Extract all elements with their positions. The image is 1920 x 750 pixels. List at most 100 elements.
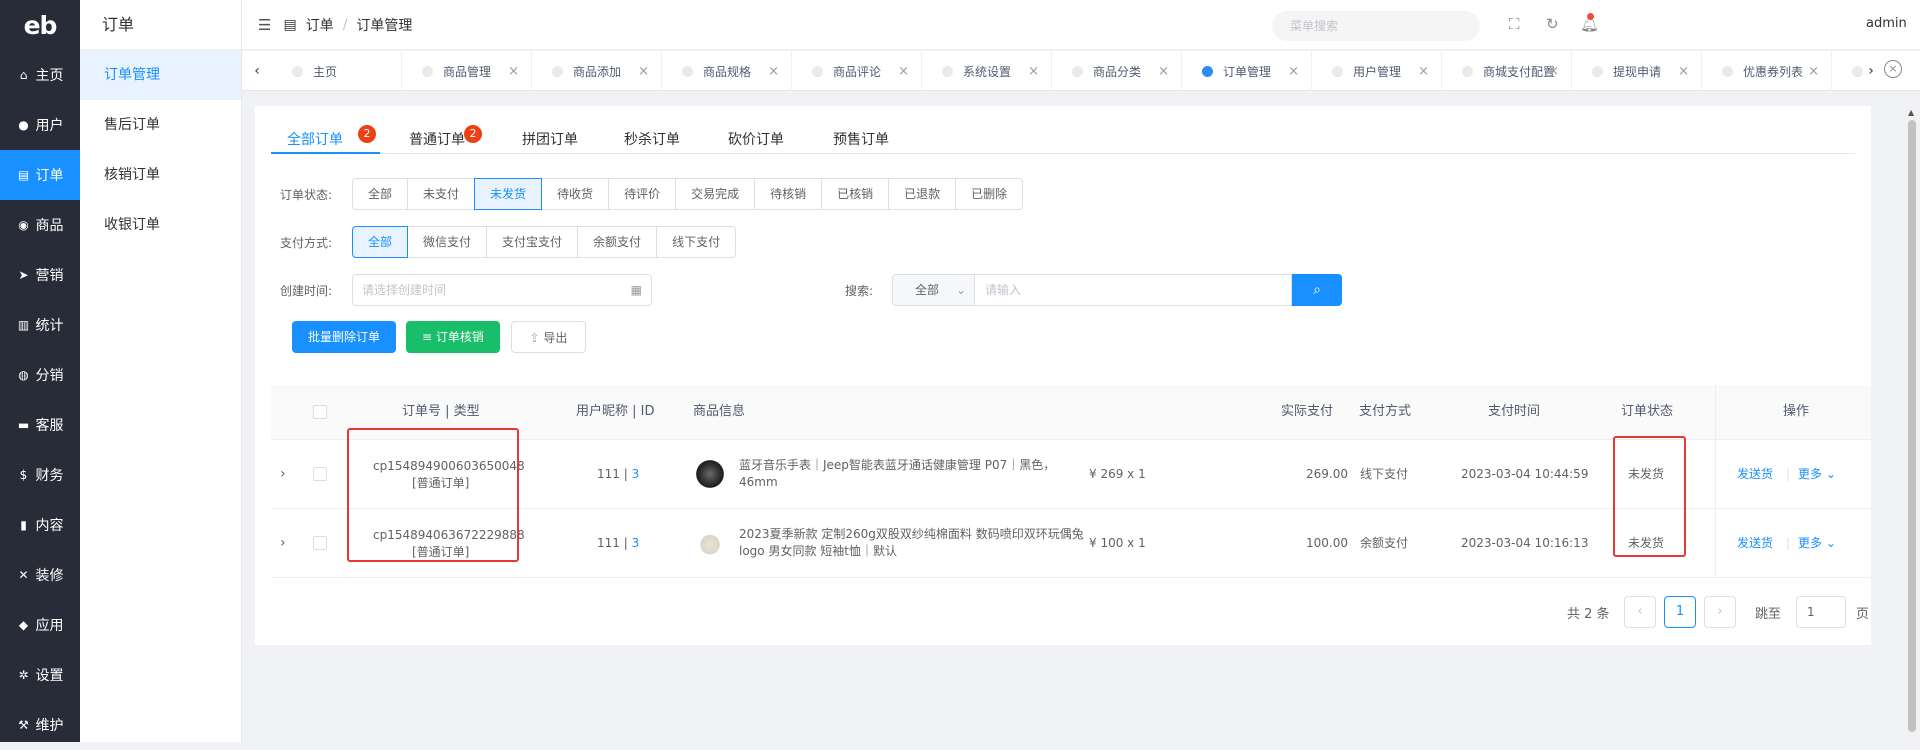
tabs-prev-icon[interactable]: ‹: [242, 51, 272, 91]
scrollbar-thumb[interactable]: [1908, 120, 1916, 732]
refresh-icon[interactable]: ↻: [1546, 15, 1559, 33]
tab-close-icon[interactable]: ×: [1808, 64, 1819, 79]
next-page-button[interactable]: ›: [1704, 596, 1736, 628]
expand-row-icon[interactable]: ›: [280, 466, 286, 483]
status-option[interactable]: 交易完成: [675, 178, 756, 210]
page-tab[interactable]: 商品添加 ×: [532, 51, 662, 91]
tab-close-icon[interactable]: ×: [1158, 64, 1169, 79]
status-option[interactable]: 已核销: [821, 178, 890, 210]
page-tab[interactable]: 商品规格 ×: [662, 51, 792, 91]
nav-item-service[interactable]: ▬ 客服: [0, 400, 80, 450]
batch-delete-button[interactable]: 批量删除订单: [292, 321, 396, 353]
row-checkbox[interactable]: [313, 536, 327, 550]
status-option[interactable]: 待收货: [541, 178, 610, 210]
page-tab[interactable]: 主页: [272, 51, 402, 91]
nav-item-content[interactable]: ▮ 内容: [0, 500, 80, 550]
more-dropdown[interactable]: 更多 ⌄: [1798, 466, 1836, 483]
tab-close-icon[interactable]: ×: [1028, 64, 1039, 79]
nav-item-decoration[interactable]: ✕ 装修: [0, 550, 80, 600]
tab-bargain-orders[interactable]: 砍价订单: [728, 129, 784, 149]
header-search-input[interactable]: 菜单搜索: [1272, 11, 1480, 41]
sub-item-after-sale[interactable]: 售后订单: [80, 100, 241, 150]
pay-option[interactable]: 微信支付: [407, 226, 488, 258]
app-logo[interactable]: eb: [0, 0, 80, 50]
pay-option[interactable]: 支付宝支付: [486, 226, 579, 258]
goto-page-input[interactable]: 1: [1796, 596, 1846, 628]
user-id-link[interactable]: 3: [632, 467, 640, 481]
nav-item-product[interactable]: ◉ 商品: [0, 200, 80, 250]
nav-item-order[interactable]: ▤ 订单: [0, 150, 80, 200]
tab-close-icon[interactable]: ×: [508, 64, 519, 79]
status-option[interactable]: 待核销: [754, 178, 823, 210]
tab-seckill-orders[interactable]: 秒杀订单: [624, 129, 680, 149]
prev-page-button[interactable]: ‹: [1624, 596, 1656, 628]
nav-item-maintenance[interactable]: ⚒ 维护: [0, 700, 80, 750]
menu-fold-icon[interactable]: ☰: [258, 16, 271, 34]
sub-item-verify[interactable]: 核销订单: [80, 150, 241, 200]
page-tab[interactable]: 商品管理 ×: [402, 51, 532, 91]
nav-item-finance[interactable]: $ 财务: [0, 450, 80, 500]
fullscreen-icon[interactable]: ⛶: [1509, 15, 1520, 33]
pay-option[interactable]: 线下支付: [656, 226, 737, 258]
pay-option[interactable]: 余额支付: [577, 226, 658, 258]
user-id-link[interactable]: 3: [632, 536, 640, 550]
scroll-up-icon[interactable]: ▲: [1908, 108, 1914, 117]
nav-label: 统计: [35, 318, 64, 334]
ship-link[interactable]: 发送货: [1737, 466, 1773, 483]
status-option[interactable]: 待评价: [608, 178, 677, 210]
nav-item-home[interactable]: ⌂ 主页: [0, 50, 80, 100]
page-tab[interactable]: 系统设置 ×: [922, 51, 1052, 91]
tab-all-orders[interactable]: 全部订单 2: [287, 125, 376, 149]
page-tab[interactable]: 用户管理 ×: [1312, 51, 1442, 91]
status-option[interactable]: 已删除: [955, 178, 1024, 210]
tab-close-icon[interactable]: ×: [898, 64, 909, 79]
tab-close-icon[interactable]: ×: [1418, 64, 1429, 79]
ship-link[interactable]: 发送货: [1737, 535, 1773, 552]
nav-item-settings[interactable]: ✲ 设置: [0, 650, 80, 700]
pay-time: 2023-03-04 10:44:59: [1461, 467, 1589, 481]
sub-item-cashier[interactable]: 收银订单: [80, 200, 241, 250]
vertical-scrollbar[interactable]: ▲: [1906, 106, 1918, 742]
verify-order-button[interactable]: ≡ 订单核销: [406, 321, 500, 353]
tab-group-orders[interactable]: 拼团订单: [522, 129, 578, 149]
page-tab-active[interactable]: 订单管理 ×: [1182, 51, 1312, 91]
nav-item-user[interactable]: ● 用户: [0, 100, 80, 150]
page-tab[interactable]: 提现申请 ×: [1572, 51, 1702, 91]
tab-normal-orders[interactable]: 普通订单 2: [409, 125, 482, 149]
nav-item-marketing[interactable]: ➤ 营销: [0, 250, 80, 300]
row-checkbox[interactable]: [313, 467, 327, 481]
tab-presale-orders[interactable]: 预售订单: [833, 129, 889, 149]
nav-label: 内容: [35, 518, 64, 534]
page-tab[interactable]: 商品评论 ×: [792, 51, 922, 91]
search-button[interactable]: ⌕: [1292, 274, 1342, 306]
page-number[interactable]: 1: [1664, 596, 1696, 628]
search-scope-select[interactable]: 全部 ⌄: [892, 274, 974, 306]
pay-option-selected[interactable]: 全部: [352, 226, 409, 258]
export-button[interactable]: ⇪ 导出: [511, 321, 586, 353]
expand-row-icon[interactable]: ›: [280, 535, 286, 552]
page-tab[interactable]: 商品分类 ×: [1052, 51, 1182, 91]
status-option[interactable]: 已退款: [888, 178, 957, 210]
page-tab[interactable]: 优惠券列表 ×: [1702, 51, 1832, 91]
tab-close-icon[interactable]: ×: [1548, 64, 1559, 79]
tab-close-icon[interactable]: ×: [638, 64, 649, 79]
nav-item-distribution[interactable]: ◍ 分销: [0, 350, 80, 400]
breadcrumb-root[interactable]: 订单: [306, 15, 334, 35]
tab-close-icon[interactable]: ×: [768, 64, 779, 79]
tab-close-icon[interactable]: ×: [1678, 64, 1689, 79]
more-dropdown[interactable]: 更多 ⌄: [1798, 535, 1836, 552]
nav-item-stats[interactable]: ▥ 统计: [0, 300, 80, 350]
tab-close-icon[interactable]: ×: [1288, 64, 1299, 79]
nav-item-apps[interactable]: ◆ 应用: [0, 600, 80, 650]
status-option[interactable]: 全部: [352, 178, 409, 210]
tabs-next-icon[interactable]: ›: [1856, 51, 1886, 91]
status-option[interactable]: 未支付: [407, 178, 476, 210]
select-all-checkbox[interactable]: [313, 405, 327, 419]
close-all-tabs-icon[interactable]: ×: [1884, 60, 1902, 78]
page-tab[interactable]: 商城支付配置 ×: [1442, 51, 1572, 91]
search-input[interactable]: 请输入: [974, 274, 1292, 306]
user-name[interactable]: admin: [1866, 16, 1907, 31]
sub-item-order-manage[interactable]: 订单管理: [80, 50, 241, 100]
date-range-input[interactable]: 请选择创建时间 ▦: [352, 274, 652, 306]
status-option-selected[interactable]: 未发货: [474, 178, 543, 210]
